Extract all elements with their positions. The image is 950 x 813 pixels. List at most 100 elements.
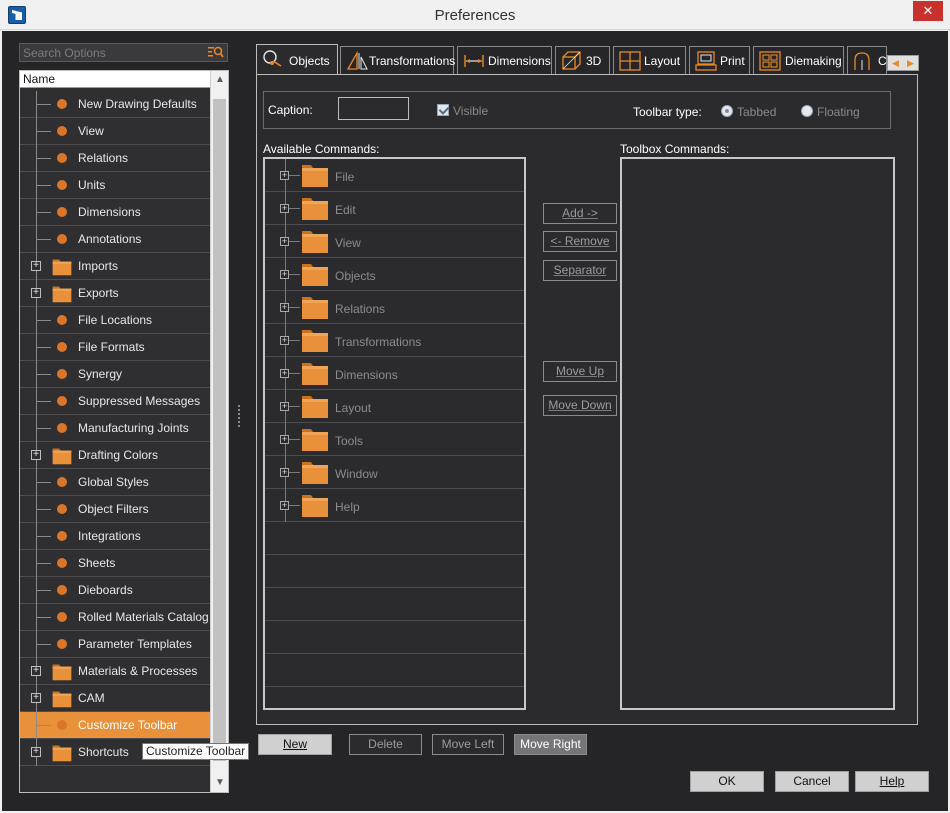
expand-plus-icon[interactable]: + xyxy=(280,336,289,345)
ok-button[interactable]: OK xyxy=(690,771,764,792)
command-group-row[interactable]: + File xyxy=(265,159,524,192)
move-left-button[interactable]: Move Left xyxy=(432,734,504,755)
tree-item[interactable]: File Locations xyxy=(20,307,210,334)
tree-item[interactable]: Dimensions xyxy=(20,199,210,226)
expand-plus-icon[interactable]: + xyxy=(280,435,289,444)
tab-3d[interactable]: 3D xyxy=(555,46,610,74)
tree-item[interactable]: Sheets xyxy=(20,550,210,577)
expand-plus-icon[interactable]: + xyxy=(31,261,41,271)
tree-item[interactable]: Object Filters xyxy=(20,496,210,523)
tab-transformations[interactable]: Transformations xyxy=(340,46,455,74)
caption-label: Caption: xyxy=(268,103,313,117)
command-group-row[interactable]: + Tools xyxy=(265,423,524,456)
tree-item[interactable]: New Drawing Defaults xyxy=(20,91,210,118)
visible-checkbox[interactable] xyxy=(437,104,449,116)
tree-item[interactable]: + Materials & Processes xyxy=(20,658,210,685)
search-box[interactable] xyxy=(19,43,228,62)
toolbox-commands-list[interactable] xyxy=(620,157,895,710)
tab-scroll-right-icon[interactable]: ▶ xyxy=(903,56,918,70)
expand-plus-icon[interactable]: + xyxy=(280,468,289,477)
tree-header-name[interactable]: Name xyxy=(20,71,210,88)
tab-label: C xyxy=(878,54,887,68)
available-commands-list[interactable]: + File + Edit + View + Objects + Relations + Transf… xyxy=(263,157,526,710)
tab-cam[interactable]: C xyxy=(847,46,887,74)
add-button[interactable]: Add -> xyxy=(543,203,617,224)
tree-item[interactable]: Units xyxy=(20,172,210,199)
tree-item[interactable]: Customize Toolbar xyxy=(20,712,210,739)
floating-radio[interactable] xyxy=(801,105,813,117)
scroll-down-arrow-icon[interactable]: ▼ xyxy=(211,774,228,791)
command-group-row[interactable]: + Transformations xyxy=(265,324,524,357)
move-right-button[interactable]: Move Right xyxy=(514,734,587,755)
close-button[interactable]: ✕ xyxy=(913,1,943,21)
expand-plus-icon[interactable]: + xyxy=(280,501,289,510)
expand-plus-icon[interactable]: + xyxy=(31,450,41,460)
tree-item[interactable]: + Drafting Colors xyxy=(20,442,210,469)
command-group-row[interactable]: + Edit xyxy=(265,192,524,225)
tab-scroll-left-icon[interactable]: ◀ xyxy=(888,56,903,70)
tree-item[interactable]: Dieboards xyxy=(20,577,210,604)
tree-item[interactable]: Annotations xyxy=(20,226,210,253)
expand-plus-icon[interactable]: + xyxy=(280,303,289,312)
command-group-row[interactable]: + View xyxy=(265,225,524,258)
expand-plus-icon[interactable]: + xyxy=(31,693,41,703)
remove-button[interactable]: <- Remove xyxy=(543,231,617,252)
tabbed-radio[interactable] xyxy=(721,105,733,117)
tab-label: Dimensions xyxy=(488,54,551,68)
command-group-row[interactable]: + Relations xyxy=(265,291,524,324)
tree-item[interactable]: Manufacturing Joints xyxy=(20,415,210,442)
tab-objects[interactable]: Objects xyxy=(256,44,338,75)
tab-diemaking[interactable]: Diemaking xyxy=(753,46,844,74)
tab-print[interactable]: Print xyxy=(689,46,750,74)
move-up-button[interactable]: Move Up xyxy=(543,361,617,382)
expand-plus-icon[interactable]: + xyxy=(280,270,289,279)
tree-item[interactable]: Rolled Materials Catalog xyxy=(20,604,210,631)
command-group-row[interactable]: + Dimensions xyxy=(265,357,524,390)
expand-plus-icon[interactable]: + xyxy=(280,369,289,378)
expand-plus-icon[interactable]: + xyxy=(280,171,289,180)
expand-plus-icon[interactable]: + xyxy=(31,666,41,676)
tree-item[interactable]: Global Styles xyxy=(20,469,210,496)
cancel-button[interactable]: Cancel xyxy=(775,771,849,792)
bullet-dot-icon xyxy=(57,126,67,136)
expand-plus-icon[interactable]: + xyxy=(31,288,41,298)
tab-layout[interactable]: Layout xyxy=(613,46,686,74)
expand-plus-icon[interactable]: + xyxy=(31,747,41,757)
move-down-button[interactable]: Move Down xyxy=(543,395,617,416)
caption-input[interactable] xyxy=(338,97,409,120)
tree-item[interactable]: Parameter Templates xyxy=(20,631,210,658)
tree-item[interactable]: File Formats xyxy=(20,334,210,361)
command-group-row[interactable]: + Objects xyxy=(265,258,524,291)
search-filter-icon[interactable] xyxy=(207,45,224,60)
expand-plus-icon[interactable]: + xyxy=(280,204,289,213)
delete-button[interactable]: Delete xyxy=(349,734,422,755)
expand-plus-icon[interactable]: + xyxy=(280,402,289,411)
command-group-row[interactable]: + Window xyxy=(265,456,524,489)
tree-item[interactable]: Synergy xyxy=(20,361,210,388)
separator-button[interactable]: Separator xyxy=(543,260,617,281)
visible-label: Visible xyxy=(453,104,489,118)
tree-scrollbar[interactable]: ▲ ▼ xyxy=(210,71,228,792)
options-tree[interactable]: Name New Drawing Defaults View Relations Un… xyxy=(19,70,229,793)
tree-item[interactable]: View xyxy=(20,118,210,145)
command-group-row[interactable]: + Help xyxy=(265,489,524,522)
tree-line xyxy=(289,472,300,473)
command-group-row[interactable]: + Layout xyxy=(265,390,524,423)
expand-plus-icon[interactable]: + xyxy=(280,237,289,246)
search-input[interactable] xyxy=(23,45,203,60)
layout-icon xyxy=(619,51,641,71)
tree-item[interactable]: Integrations xyxy=(20,523,210,550)
tree-item[interactable]: + Exports xyxy=(20,280,210,307)
tree-item[interactable]: + CAM xyxy=(20,685,210,712)
scroll-thumb[interactable] xyxy=(213,99,226,761)
tab-dimensions[interactable]: Dimensions xyxy=(457,46,552,74)
tree-item[interactable]: + Imports xyxy=(20,253,210,280)
tree-line xyxy=(37,563,51,564)
tree-item[interactable]: Suppressed Messages xyxy=(20,388,210,415)
panel-splitter[interactable] xyxy=(238,405,241,429)
scroll-up-arrow-icon[interactable]: ▲ xyxy=(211,71,228,88)
new-button[interactable]: New xyxy=(258,734,332,755)
command-group-label: View xyxy=(335,236,361,250)
tree-item[interactable]: Relations xyxy=(20,145,210,172)
help-button[interactable]: Help xyxy=(855,771,929,792)
